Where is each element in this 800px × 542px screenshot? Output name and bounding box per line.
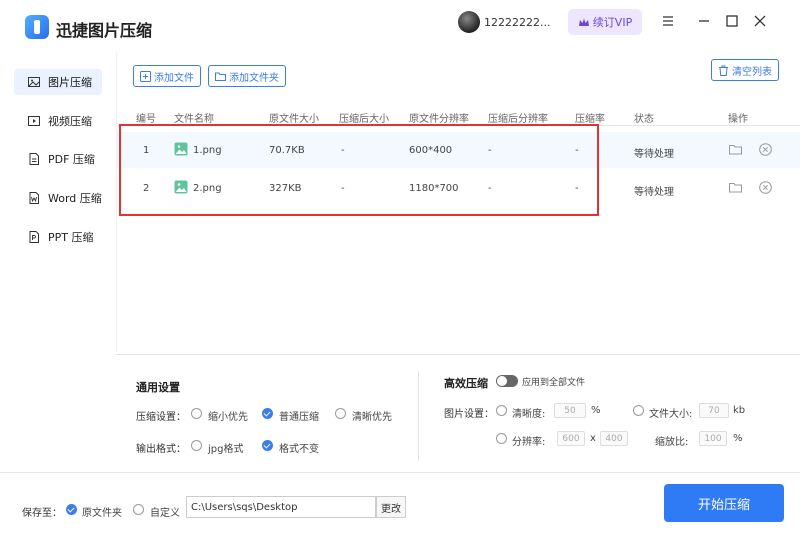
add-file-label: 添加文件 (154, 72, 194, 84)
option-keep-format[interactable]: 格式不变 (279, 440, 319, 455)
add-folder-label: 添加文件夹 (229, 72, 279, 84)
col-actions: 操作 (728, 114, 748, 125)
sidebar: 图片压缩 视频压缩 PDF 压缩 Word 压缩 PPT 压缩 (0, 52, 116, 472)
clarity-input[interactable]: 50 (554, 403, 586, 418)
start-compress-button[interactable]: 开始压缩 (664, 484, 784, 522)
renew-vip-button[interactable]: 续订VIP (568, 9, 642, 35)
scale-input[interactable]: 100 (699, 431, 727, 446)
word-icon (29, 192, 39, 204)
sidebar-item-pdf-compress[interactable]: PDF 压缩 (14, 146, 102, 172)
settings-divider (418, 371, 419, 461)
resolution-label: 分辨率: (512, 437, 546, 448)
image-setting-label: 图片设置： (444, 409, 494, 420)
radio-jpg-format[interactable] (191, 440, 202, 451)
clarity-label: 清晰度: (512, 409, 546, 420)
radio-clarity[interactable] (496, 405, 507, 416)
row-status: 等待处理 (634, 149, 674, 160)
settings-panel: 通用设置 压缩设置： 缩小优先 普通压缩 清晰优先 输出格式： jpg格式 格式… (116, 354, 800, 472)
close-window-icon[interactable] (750, 11, 770, 31)
table-header: 编号 文件名称 原文件大小 压缩后大小 原文件分辨率 压缩后分辨率 压缩率 状态… (117, 106, 800, 126)
file-size-unit: kb (733, 405, 746, 416)
radio-keep-format[interactable] (262, 440, 273, 451)
apply-all-label: 应用到全部文件 (522, 378, 586, 388)
option-original-folder[interactable]: 原文件夹 (82, 504, 122, 519)
radio-original-folder[interactable] (66, 504, 77, 515)
add-file-icon (140, 70, 151, 82)
remove-icon[interactable] (759, 143, 772, 156)
folder-icon (215, 72, 226, 81)
sidebar-item-image-compress[interactable]: 图片压缩 (14, 69, 102, 95)
sidebar-item-label: 视频压缩 (48, 115, 92, 128)
save-path-input[interactable]: C:\Users\sqs\Desktop (186, 496, 376, 518)
remove-icon[interactable] (759, 181, 772, 194)
option-custom-folder[interactable]: 自定义 (150, 504, 180, 519)
option-jpg-format[interactable]: jpg格式 (208, 440, 243, 455)
col-comp-size: 压缩后大小 (339, 114, 389, 125)
menu-icon[interactable] (658, 11, 678, 31)
col-orig-res: 原文件分辨率 (409, 114, 469, 125)
save-to-label: 保存至： (22, 508, 62, 519)
crown-icon (578, 18, 589, 26)
advanced-compress-toggle[interactable] (496, 375, 518, 387)
sidebar-item-ppt-compress[interactable]: PPT 压缩 (14, 224, 102, 250)
file-size-input[interactable]: 70 (699, 403, 729, 418)
trash-icon (719, 65, 728, 76)
title-bar: 迅捷图片压缩 12222222... 续订VIP (0, 0, 800, 52)
sidebar-item-video-compress[interactable]: 视频压缩 (14, 108, 102, 134)
radio-file-size[interactable] (633, 405, 644, 416)
col-index: 编号 (136, 114, 156, 125)
open-folder-icon[interactable] (729, 143, 742, 156)
video-icon (28, 116, 40, 126)
vip-label: 续订VIP (592, 16, 633, 29)
scale-label: 缩放比: (655, 437, 689, 448)
compress-setting-label: 压缩设置： (136, 412, 186, 423)
resolution-width-input[interactable]: 600 (557, 431, 585, 446)
selection-highlight-box (119, 124, 599, 216)
advanced-compress-title: 高效压缩 (444, 377, 488, 390)
maximize-icon[interactable] (722, 11, 742, 31)
radio-size-priority[interactable] (191, 408, 202, 419)
col-ratio: 压缩率 (575, 114, 605, 125)
open-folder-icon[interactable] (729, 181, 742, 194)
app-title: 迅捷图片压缩 (56, 21, 153, 40)
radio-custom-folder[interactable] (133, 504, 144, 515)
clear-list-label: 清空列表 (732, 66, 772, 78)
radio-normal-compress[interactable] (262, 408, 273, 419)
sidebar-item-label: Word 压缩 (48, 192, 102, 205)
minimize-icon[interactable] (694, 11, 714, 31)
resolution-x: x (590, 433, 596, 444)
add-folder-button[interactable]: 添加文件夹 (208, 65, 286, 87)
app-logo-icon (25, 15, 49, 39)
image-icon (28, 77, 40, 87)
col-status: 状态 (634, 114, 654, 125)
col-orig-size: 原文件大小 (269, 114, 319, 125)
output-format-label: 输出格式： (136, 444, 186, 455)
sidebar-item-label: 图片压缩 (48, 76, 92, 89)
general-settings-title: 通用设置 (136, 381, 180, 394)
clear-list-button[interactable]: 清空列表 (711, 59, 779, 81)
sidebar-item-label: PPT 压缩 (48, 231, 94, 244)
sidebar-item-label: PDF 压缩 (48, 153, 95, 166)
ppt-icon (29, 231, 39, 243)
option-clarity-priority[interactable]: 清晰优先 (352, 408, 392, 423)
add-file-button[interactable]: 添加文件 (133, 65, 201, 87)
option-size-priority[interactable]: 缩小优先 (208, 408, 248, 423)
file-size-label: 文件大小: (649, 409, 693, 420)
option-normal-compress[interactable]: 普通压缩 (279, 408, 319, 423)
change-path-button[interactable]: 更改 (376, 496, 406, 518)
username[interactable]: 12222222... (484, 16, 550, 29)
user-avatar[interactable] (458, 11, 480, 33)
sidebar-item-word-compress[interactable]: Word 压缩 (14, 185, 102, 211)
pdf-icon (29, 153, 39, 165)
footer-bar: 保存至： 原文件夹 自定义 C:\Users\sqs\Desktop 更改 开始… (0, 472, 800, 542)
radio-resolution[interactable] (496, 433, 507, 444)
col-comp-res: 压缩后分辨率 (488, 114, 548, 125)
row-status: 等待处理 (634, 187, 674, 198)
radio-clarity-priority[interactable] (335, 408, 346, 419)
scale-unit: % (733, 433, 743, 444)
col-name: 文件名称 (174, 114, 214, 125)
resolution-height-input[interactable]: 400 (600, 431, 628, 446)
clarity-unit: % (591, 405, 601, 416)
